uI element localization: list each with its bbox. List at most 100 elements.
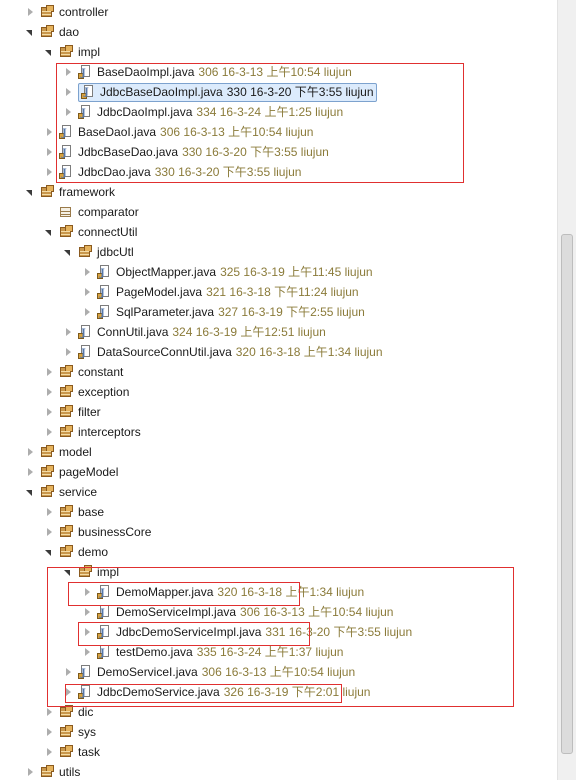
collapse-arrow-icon[interactable] <box>43 42 53 62</box>
expand-arrow-icon[interactable] <box>43 122 53 142</box>
tree-item-framework[interactable]: framework <box>24 182 115 202</box>
tree-item-comparator[interactable]: comparator <box>59 202 139 222</box>
tree-item-jdbcUtl[interactable]: jdbcUtl <box>62 242 134 262</box>
package-icon <box>59 385 73 399</box>
collapse-arrow-icon[interactable] <box>24 182 34 202</box>
tree-item-label: demo <box>78 545 109 559</box>
expand-arrow-icon[interactable] <box>62 102 72 122</box>
tree-item-java-file[interactable]: ObjectMapper.java 325 16-3-19 上午11:45 li… <box>81 262 373 284</box>
tree-item-java-file[interactable]: BaseDaoImpl.java 306 16-3-13 上午10:54 liu… <box>62 62 352 84</box>
expand-arrow-icon[interactable] <box>43 702 53 722</box>
tree-item-sys[interactable]: sys <box>43 722 96 742</box>
collapse-arrow-icon[interactable] <box>24 482 34 502</box>
tree-item-java-file[interactable]: JdbcDaoImpl.java 334 16-3-24 上午1:25 liuj… <box>62 102 343 124</box>
expand-arrow-icon[interactable] <box>62 82 72 102</box>
tree-item-model[interactable]: model <box>24 442 92 462</box>
tree-item-label: SqlParameter.java <box>116 305 215 319</box>
tree-item-label: impl <box>97 565 120 579</box>
tree-item-filter[interactable]: filter <box>43 402 101 422</box>
collapse-arrow-icon[interactable] <box>43 542 53 562</box>
tree-item-java-file[interactable]: JdbcDemoServiceImpl.java 331 16-3-20 下午3… <box>81 622 413 644</box>
tree-item-java-file[interactable]: DemoServiceI.java 306 16-3-13 上午10:54 li… <box>62 662 356 684</box>
java-file-icon <box>59 124 73 144</box>
tree-item-constant[interactable]: constant <box>43 362 123 382</box>
expand-arrow-icon[interactable] <box>62 322 72 342</box>
tree-item-java-file[interactable]: DemoMapper.java 320 16-3-18 上午1:34 liuju… <box>81 582 364 604</box>
scrollbar-thumb[interactable] <box>561 234 573 754</box>
expand-arrow-icon[interactable] <box>43 162 53 182</box>
expand-arrow-icon[interactable] <box>43 502 53 522</box>
tree-item-interceptors[interactable]: interceptors <box>43 422 141 442</box>
expand-arrow-icon[interactable] <box>81 602 91 622</box>
expand-arrow-icon[interactable] <box>81 302 91 322</box>
collapse-arrow-icon[interactable] <box>62 242 72 262</box>
expand-arrow-icon[interactable] <box>43 362 53 382</box>
expand-arrow-icon[interactable] <box>81 262 91 282</box>
collapse-arrow-icon[interactable] <box>43 222 53 242</box>
tree-item-demo[interactable]: demo <box>43 542 108 562</box>
tree-item-java-file[interactable]: JdbcDemoService.java 326 16-3-19 下午2:01 … <box>62 682 370 704</box>
tree-item-java-file[interactable]: DataSourceConnUtil.java 320 16-3-18 上午1:… <box>62 342 383 364</box>
tree-item-java-file[interactable]: DemoServiceImpl.java 306 16-3-13 上午10:54… <box>81 602 393 624</box>
tree-item-java-file[interactable]: testDemo.java 335 16-3-24 上午1:37 liujun <box>81 642 344 664</box>
expand-arrow-icon[interactable] <box>81 642 91 662</box>
tree-item-impl[interactable]: impl <box>62 562 119 582</box>
expand-arrow-icon[interactable] <box>62 342 72 362</box>
selection-highlight[interactable]: JdbcBaseDaoImpl.java 330 16-3-20 下午3:55 … <box>78 82 377 102</box>
package-icon <box>59 745 73 759</box>
java-file-icon <box>78 684 92 704</box>
collapse-arrow-icon[interactable] <box>62 562 72 582</box>
expand-arrow-icon[interactable] <box>24 442 34 462</box>
expand-arrow-icon[interactable] <box>24 762 34 782</box>
tree-item-base[interactable]: base <box>43 502 104 522</box>
expand-arrow-icon[interactable] <box>43 402 53 422</box>
tree-item-java-file[interactable]: JdbcBaseDao.java 330 16-3-20 下午3:55 liuj… <box>43 142 329 164</box>
expand-arrow-icon[interactable] <box>43 522 53 542</box>
java-file-icon <box>78 64 92 84</box>
file-meta: 325 16-3-19 上午11:45 liujun <box>220 265 373 279</box>
file-meta: 331 16-3-20 下午3:55 liujun <box>265 625 413 639</box>
tree-item-connectUtil[interactable]: connectUtil <box>43 222 137 242</box>
java-file-icon <box>97 284 111 304</box>
expand-arrow-icon[interactable] <box>62 62 72 82</box>
tree-item-service[interactable]: service <box>24 482 97 502</box>
tree-item-businessCore[interactable]: businessCore <box>43 522 151 542</box>
tree-item-label: JdbcBaseDao.java <box>78 145 179 159</box>
file-meta: 335 16-3-24 上午1:37 liujun <box>196 645 344 659</box>
expand-arrow-icon[interactable] <box>62 682 72 702</box>
expand-arrow-icon[interactable] <box>81 622 91 642</box>
expand-arrow-icon[interactable] <box>43 142 53 162</box>
expand-arrow-icon[interactable] <box>81 582 91 602</box>
tree-item-utils[interactable]: utils <box>24 762 80 782</box>
tree-item-label: JdbcBaseDaoImpl.java <box>100 84 223 99</box>
file-meta: 321 16-3-18 下午11:24 liujun <box>206 285 359 299</box>
tree-item-java-file[interactable]: JdbcDao.java 330 16-3-20 下午3:55 liujun <box>43 162 301 184</box>
tree-item-java-file[interactable]: BaseDaoI.java 306 16-3-13 上午10:54 liujun <box>43 122 313 144</box>
tree-item-controller[interactable]: controller <box>24 2 108 22</box>
tree-item-java-file[interactable]: ConnUtil.java 324 16-3-19 上午12:51 liujun <box>62 322 326 344</box>
expand-arrow-icon[interactable] <box>24 2 34 22</box>
tree-item-exception[interactable]: exception <box>43 382 129 402</box>
tree-item-java-file[interactable]: PageModel.java 321 16-3-18 下午11:24 liuju… <box>81 282 359 304</box>
expand-arrow-icon[interactable] <box>62 662 72 682</box>
java-file-icon <box>97 604 111 624</box>
expand-arrow-icon[interactable] <box>43 422 53 442</box>
tree-item-label: PageModel.java <box>116 285 203 299</box>
expand-arrow-icon[interactable] <box>43 742 53 762</box>
tree-item-dic[interactable]: dic <box>43 702 93 722</box>
collapse-arrow-icon[interactable] <box>24 22 34 42</box>
expand-arrow-icon[interactable] <box>43 722 53 742</box>
tree-item-pageModel[interactable]: pageModel <box>24 462 118 482</box>
tree-item-task[interactable]: task <box>43 742 100 762</box>
tree-item-impl[interactable]: impl <box>43 42 100 62</box>
vertical-scrollbar[interactable] <box>557 0 576 780</box>
expand-arrow-icon[interactable] <box>24 462 34 482</box>
tree-item-dao[interactable]: dao <box>24 22 79 42</box>
expand-arrow-icon[interactable] <box>43 382 53 402</box>
tree-item-java-file-selected[interactable]: JdbcBaseDaoImpl.java 330 16-3-20 下午3:55 … <box>62 82 377 102</box>
tree-item-java-file[interactable]: SqlParameter.java 327 16-3-19 下午2:55 liu… <box>81 302 365 324</box>
java-file-icon <box>97 624 111 644</box>
expand-arrow-icon[interactable] <box>81 282 91 302</box>
tree-item-label: DemoServiceImpl.java <box>116 605 237 619</box>
file-meta: 306 16-3-13 上午10:54 liujun <box>201 665 356 679</box>
